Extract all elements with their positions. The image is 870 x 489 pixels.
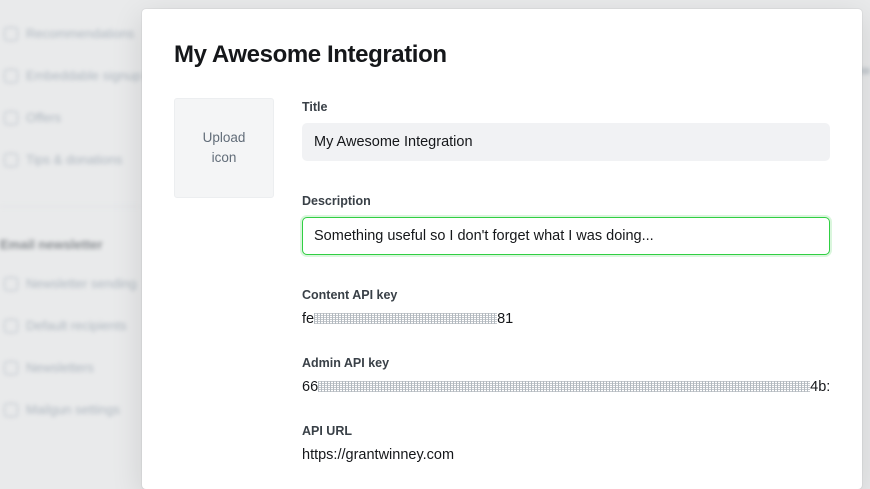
upload-label-line2: icon [211, 150, 237, 165]
sidebar-item-offers: Offers [4, 110, 61, 125]
integration-modal: My Awesome Integration Upload icon Title… [142, 9, 862, 489]
content-key-redaction [314, 312, 498, 324]
content-key-suffix: 81 [497, 311, 514, 327]
admin-key-redaction [318, 380, 811, 392]
mail-icon [4, 360, 18, 375]
donation-icon [4, 152, 18, 167]
upload-icon-button[interactable]: Upload icon [174, 98, 274, 198]
sidebar-item-newsletter-sending: Newsletter sending [4, 276, 137, 291]
content-api-key-value[interactable]: fe 81 [302, 311, 513, 327]
percent-icon [4, 110, 18, 125]
gear-icon [4, 402, 18, 417]
admin-api-key-value[interactable]: 66 4b: [302, 379, 830, 395]
send-icon [4, 276, 18, 291]
description-label: Description [302, 194, 371, 208]
admin-key-prefix: 66 [302, 379, 319, 395]
description-input[interactable]: Something useful so I don't forget what … [302, 217, 830, 255]
sidebar-section-heading: Email newsletter [0, 237, 103, 252]
sidebar-item-default-recipients: Default recipients [4, 318, 126, 333]
users-icon [4, 318, 18, 333]
admin-api-key-label: Admin API key [302, 356, 390, 370]
upload-label: Upload icon [203, 128, 246, 168]
sidebar-item-tips: Tips & donations [4, 152, 122, 167]
title-label: Title [302, 100, 328, 114]
modal-title: My Awesome Integration [174, 41, 447, 68]
sidebar-item-recommendations: Recommendations [4, 26, 134, 41]
api-url-label: API URL [302, 424, 352, 438]
embed-icon [4, 68, 18, 83]
content-api-key-label: Content API key [302, 288, 398, 302]
sidebar-item-newsletters: Newsletters [4, 360, 94, 375]
content-key-prefix: fe [302, 311, 315, 327]
title-input[interactable]: My Awesome Integration [302, 123, 830, 161]
sidebar-divider [0, 206, 140, 207]
description-input-value: Something useful so I don't forget what … [314, 228, 654, 244]
sidebar-item-mailgun: Mailgun settings [4, 402, 120, 417]
api-url-value[interactable]: https://grantwinney.com [302, 447, 454, 463]
upload-label-line1: Upload [202, 130, 246, 145]
admin-key-suffix: 4b: [810, 379, 831, 395]
heart-icon [4, 26, 18, 41]
title-input-value: My Awesome Integration [314, 134, 473, 150]
